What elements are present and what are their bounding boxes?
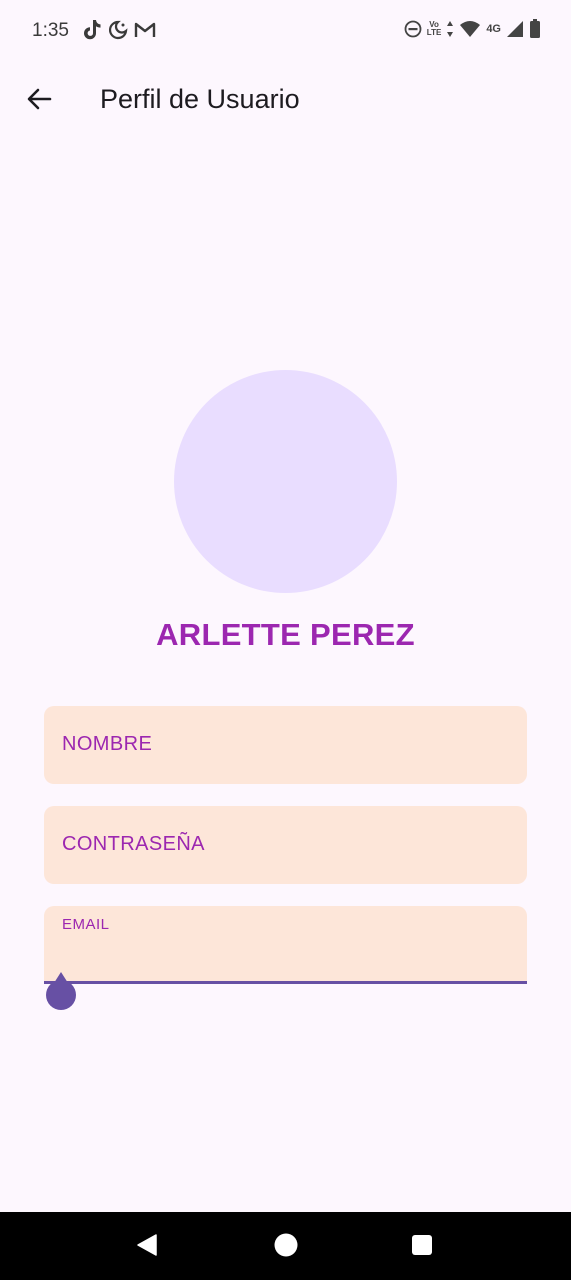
data-arrows-icon xyxy=(446,20,454,38)
user-name: ARLETTE PEREZ xyxy=(156,617,415,652)
password-field[interactable]: CONTRASEÑA xyxy=(44,806,527,884)
email-field-label: EMAIL xyxy=(62,916,110,933)
password-field-label: CONTRASEÑA xyxy=(62,833,205,855)
nav-recents-button[interactable] xyxy=(407,1232,437,1262)
system-nav-bar xyxy=(0,1212,571,1280)
cell-signal-icon xyxy=(506,20,524,38)
home-circle-icon xyxy=(273,1232,299,1263)
system-icons: Vo LTE 4G xyxy=(404,19,541,39)
email-field-focus-underline xyxy=(44,981,527,984)
status-time: 1:35 xyxy=(32,20,69,41)
tiktok-icon xyxy=(82,19,102,41)
volte-icon: Vo LTE xyxy=(426,20,442,37)
back-button[interactable] xyxy=(20,82,58,120)
notification-icons xyxy=(82,19,156,41)
back-triangle-icon xyxy=(135,1233,159,1262)
page-title: Perfil de Usuario xyxy=(100,84,300,114)
wifi-icon xyxy=(459,20,481,38)
gmail-icon xyxy=(134,21,156,39)
nav-back-button[interactable] xyxy=(132,1232,162,1262)
dnd-icon xyxy=(404,20,422,38)
name-field[interactable]: NOMBRE xyxy=(44,706,527,784)
email-field[interactable]: EMAIL xyxy=(44,906,527,984)
recents-square-icon xyxy=(411,1234,433,1261)
network-type-label: 4G xyxy=(486,23,501,35)
app-bar: Perfil de Usuario xyxy=(0,62,571,140)
name-field-label: NOMBRE xyxy=(62,733,153,755)
nav-home-button[interactable] xyxy=(271,1232,301,1262)
text-cursor-handle[interactable] xyxy=(46,972,78,1012)
arrow-back-icon xyxy=(26,86,52,117)
status-bar: 1:35 Vo LTE 4G xyxy=(0,0,571,62)
moon-icon xyxy=(108,20,128,40)
profile-screen: 1:35 Vo LTE 4G Perfil de Usuario ARLETTE… xyxy=(0,0,571,1280)
battery-icon xyxy=(529,19,541,39)
avatar[interactable] xyxy=(174,370,397,593)
